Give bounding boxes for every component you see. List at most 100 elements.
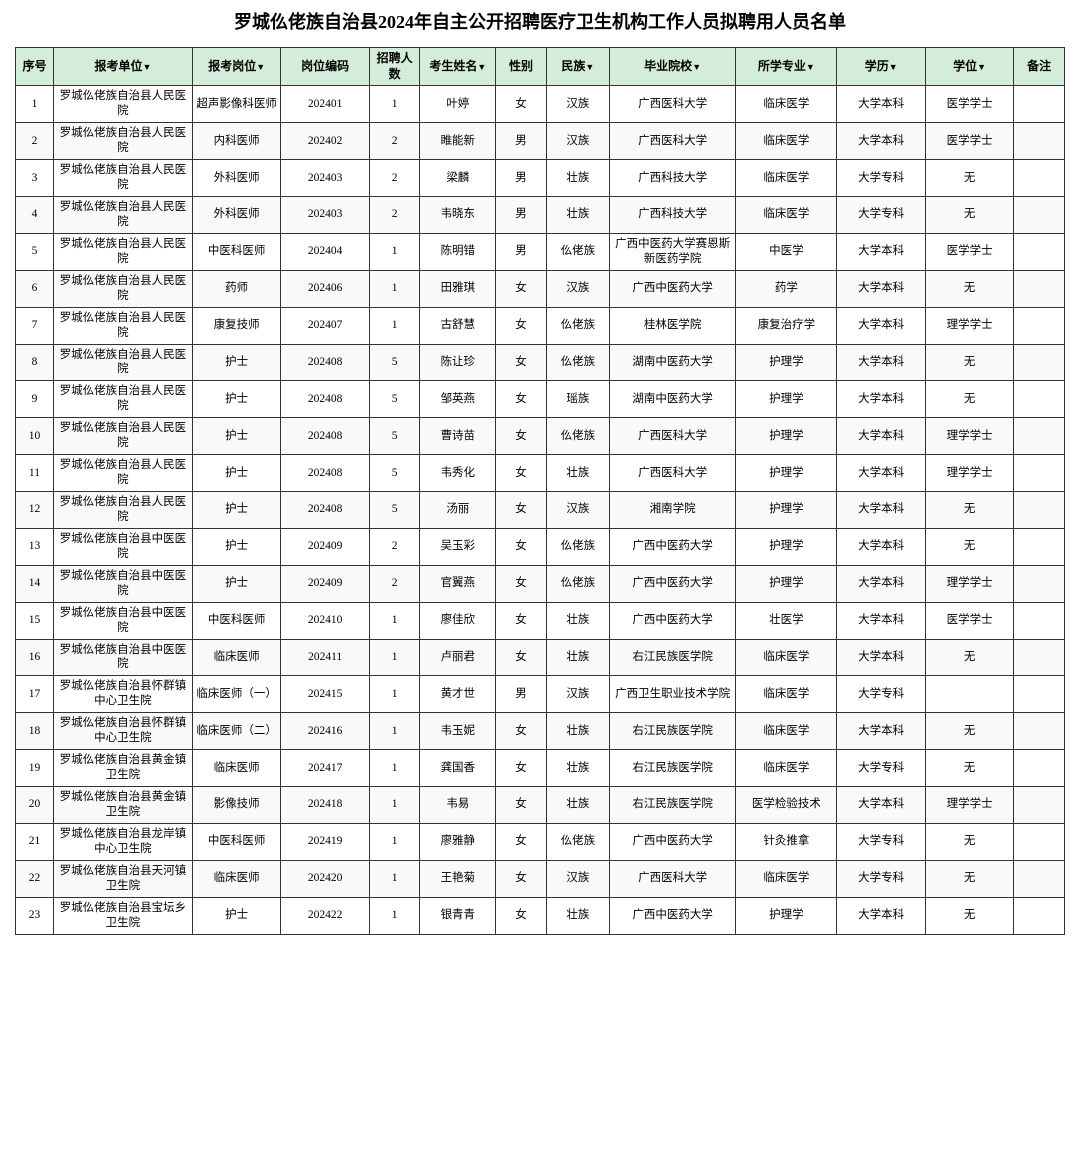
- col-header-unit[interactable]: 报考单位▼: [53, 48, 192, 86]
- table-cell: 罗城仫佬族自治县人民医院: [53, 307, 192, 344]
- table-cell: 女: [496, 602, 547, 639]
- table-cell: 广西医科大学: [609, 123, 735, 160]
- table-cell: 大学本科: [837, 233, 925, 270]
- table-cell: 5: [369, 381, 420, 418]
- col-header-school[interactable]: 毕业院校▼: [609, 48, 735, 86]
- table-cell: [1014, 492, 1065, 529]
- table-cell: 壮族: [546, 602, 609, 639]
- table-row: 16罗城仫佬族自治县中医医院临床医师2024111卢丽君女壮族右江民族医学院临床…: [16, 639, 1065, 676]
- table-row: 21罗城仫佬族自治县龙岸镇中心卫生院中医科医师2024191廖雅静女仫佬族广西中…: [16, 823, 1065, 860]
- table-cell: 壮族: [546, 713, 609, 750]
- table-cell: 仫佬族: [546, 823, 609, 860]
- table-cell: 汉族: [546, 86, 609, 123]
- table-cell: [1014, 565, 1065, 602]
- table-cell: 护理学: [736, 528, 837, 565]
- table-cell: 无: [925, 897, 1013, 934]
- table-row: 9罗城仫佬族自治县人民医院护士2024085邹英燕女瑶族湖南中医药大学护理学大学…: [16, 381, 1065, 418]
- table-cell: 广西医科大学: [609, 418, 735, 455]
- table-cell: 2: [369, 528, 420, 565]
- table-cell: 官翼燕: [420, 565, 496, 602]
- table-cell: 临床医师: [192, 750, 280, 787]
- col-header-major[interactable]: 所学专业▼: [736, 48, 837, 86]
- col-header-ethnic[interactable]: 民族▼: [546, 48, 609, 86]
- table-row: 6罗城仫佬族自治县人民医院药师2024061田雅琪女汉族广西中医药大学药学大学本…: [16, 270, 1065, 307]
- table-cell: 医学学士: [925, 86, 1013, 123]
- table-row: 18罗城仫佬族自治县怀群镇中心卫生院临床医师（二）2024161韦玉妮女壮族右江…: [16, 713, 1065, 750]
- table-cell: 大学专科: [837, 676, 925, 713]
- table-row: 2罗城仫佬族自治县人民医院内科医师2024022睢能新男汉族广西医科大学临床医学…: [16, 123, 1065, 160]
- table-cell: 女: [496, 565, 547, 602]
- table-cell: 卢丽君: [420, 639, 496, 676]
- table-cell: 湖南中医药大学: [609, 381, 735, 418]
- table-cell: 202408: [281, 455, 369, 492]
- table-cell: 3: [16, 160, 54, 197]
- table-cell: 陈让珍: [420, 344, 496, 381]
- table-cell: 桂林医学院: [609, 307, 735, 344]
- table-cell: 无: [925, 160, 1013, 197]
- table-cell: [1014, 676, 1065, 713]
- table-cell: 护理学: [736, 344, 837, 381]
- table-cell: 护士: [192, 455, 280, 492]
- table-cell: 2: [369, 123, 420, 160]
- table-cell: 罗城仫佬族自治县宝坛乡卫生院: [53, 897, 192, 934]
- table-cell: 罗城仫佬族自治县人民医院: [53, 381, 192, 418]
- table-cell: [1014, 860, 1065, 897]
- table-cell: [1014, 86, 1065, 123]
- table-cell: 广西卫生职业技术学院: [609, 676, 735, 713]
- table-cell: 罗城仫佬族自治县人民医院: [53, 418, 192, 455]
- table-cell: 女: [496, 86, 547, 123]
- table-cell: 罗城仫佬族自治县人民医院: [53, 160, 192, 197]
- table-cell: 汉族: [546, 676, 609, 713]
- col-header-position[interactable]: 报考岗位▼: [192, 48, 280, 86]
- table-cell: 21: [16, 823, 54, 860]
- col-header-edu[interactable]: 学历▼: [837, 48, 925, 86]
- table-cell: 大学本科: [837, 897, 925, 934]
- table-cell: 罗城仫佬族自治县人民医院: [53, 492, 192, 529]
- table-cell: 5: [369, 344, 420, 381]
- table-cell: 临床医师: [192, 639, 280, 676]
- table-cell: [1014, 307, 1065, 344]
- table-row: 8罗城仫佬族自治县人民医院护士2024085陈让珍女仫佬族湖南中医药大学护理学大…: [16, 344, 1065, 381]
- table-cell: 广西中医药大学: [609, 565, 735, 602]
- table-cell: 大学本科: [837, 270, 925, 307]
- table-cell: [1014, 270, 1065, 307]
- table-cell: 1: [369, 676, 420, 713]
- table-row: 7罗城仫佬族自治县人民医院康复技师2024071古舒慧女仫佬族桂林医学院康复治疗…: [16, 307, 1065, 344]
- table-cell: 女: [496, 639, 547, 676]
- table-cell: 理学学士: [925, 787, 1013, 824]
- col-header-name[interactable]: 考生姓名▼: [420, 48, 496, 86]
- table-cell: 女: [496, 823, 547, 860]
- table-cell: 女: [496, 713, 547, 750]
- table-cell: 护士: [192, 344, 280, 381]
- table-header-row: 序号 报考单位▼ 报考岗位▼ 岗位编码 招聘人数 考生姓名▼ 性别 民族▼ 毕业…: [16, 48, 1065, 86]
- table-cell: 罗城仫佬族自治县龙岸镇中心卫生院: [53, 823, 192, 860]
- table-body: 1罗城仫佬族自治县人民医院超声影像科医师2024011叶婷女汉族广西医科大学临床…: [16, 86, 1065, 934]
- table-cell: [1014, 381, 1065, 418]
- table-cell: 银青青: [420, 897, 496, 934]
- table-cell: 汉族: [546, 123, 609, 160]
- table-cell: 医学学士: [925, 602, 1013, 639]
- table-cell: 护理学: [736, 897, 837, 934]
- table-cell: 曹诗苗: [420, 418, 496, 455]
- table-cell: 1: [16, 86, 54, 123]
- table-row: 3罗城仫佬族自治县人民医院外科医师2024032梁麟男壮族广西科技大学临床医学大…: [16, 160, 1065, 197]
- table-cell: [1014, 823, 1065, 860]
- table-cell: 广西中医药大学: [609, 270, 735, 307]
- table-cell: 中医科医师: [192, 823, 280, 860]
- table-cell: 17: [16, 676, 54, 713]
- table-row: 14罗城仫佬族自治县中医医院护士2024092官翼燕女仫佬族广西中医药大学护理学…: [16, 565, 1065, 602]
- table-cell: 护理学: [736, 565, 837, 602]
- table-cell: 1: [369, 787, 420, 824]
- table-cell: 16: [16, 639, 54, 676]
- table-cell: 8: [16, 344, 54, 381]
- table-cell: 11: [16, 455, 54, 492]
- table-cell: 瑶族: [546, 381, 609, 418]
- table-cell: 5: [369, 455, 420, 492]
- table-cell: 仫佬族: [546, 307, 609, 344]
- table-cell: 无: [925, 270, 1013, 307]
- table-cell: 临床医师: [192, 860, 280, 897]
- table-cell: 广西中医药大学: [609, 897, 735, 934]
- col-header-degree[interactable]: 学位▼: [925, 48, 1013, 86]
- table-cell: 康复技师: [192, 307, 280, 344]
- table-cell: 男: [496, 676, 547, 713]
